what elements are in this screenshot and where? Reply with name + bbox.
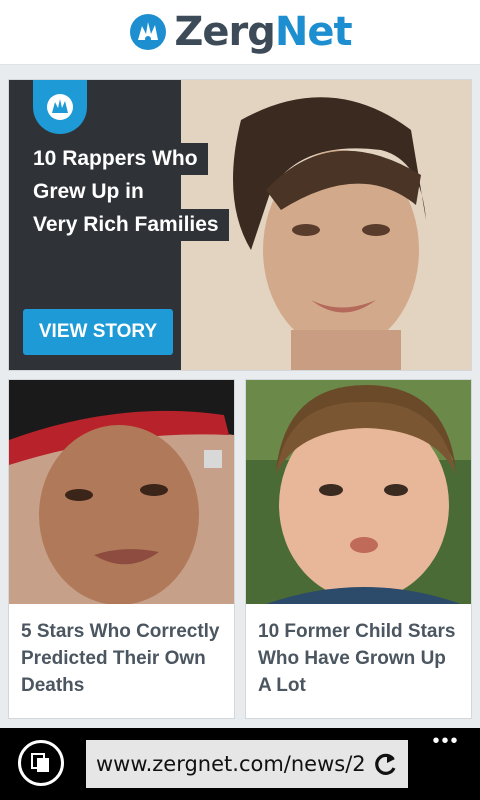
hero-title-line-2[interactable]: Grew Up in	[23, 176, 154, 208]
refresh-icon	[375, 753, 396, 775]
browser-bottom-bar: www.zergnet.com/news/2 •••	[0, 728, 480, 800]
hero-title-line-3[interactable]: Very Rich Families	[23, 209, 229, 241]
story-card-2-title[interactable]: 10 Former Child Stars Who Have Grown Up …	[258, 618, 463, 699]
zergnet-badge	[33, 80, 87, 134]
header: ZergNet	[0, 0, 480, 65]
hero-story[interactable]: 10 Rappers Who Grew Up in Very Rich Fami…	[9, 80, 471, 370]
more-dots-icon[interactable]: •••	[428, 731, 464, 754]
logo-net: Net	[274, 9, 353, 55]
address-url[interactable]: www.zergnet.com/news/2	[96, 752, 366, 776]
logo-zerg: Zerg	[174, 9, 275, 55]
story-card-2[interactable]: 10 Former Child Stars Who Have Grown Up …	[246, 380, 471, 718]
zergnet-splash-icon	[130, 14, 167, 50]
hero-title-line-1[interactable]: 10 Rappers Who	[23, 143, 208, 175]
address-bar[interactable]: www.zergnet.com/news/2	[86, 740, 408, 788]
story-card-2-image[interactable]	[246, 380, 471, 604]
story-card-1-image[interactable]	[9, 380, 234, 604]
story-card-1-title[interactable]: 5 Stars Who Correctly Predicted Their Ow…	[21, 618, 226, 699]
logo-text: ZergNet	[174, 9, 353, 55]
refresh-button[interactable]	[372, 750, 400, 778]
tabs-button[interactable]	[18, 740, 64, 786]
zergnet-logo[interactable]: ZergNet	[128, 9, 353, 55]
tabs-icon	[31, 753, 49, 772]
view-story-button[interactable]: VIEW STORY	[23, 309, 173, 355]
story-card-1[interactable]: 5 Stars Who Correctly Predicted Their Ow…	[9, 380, 234, 718]
zergnet-splash-icon	[47, 94, 73, 120]
